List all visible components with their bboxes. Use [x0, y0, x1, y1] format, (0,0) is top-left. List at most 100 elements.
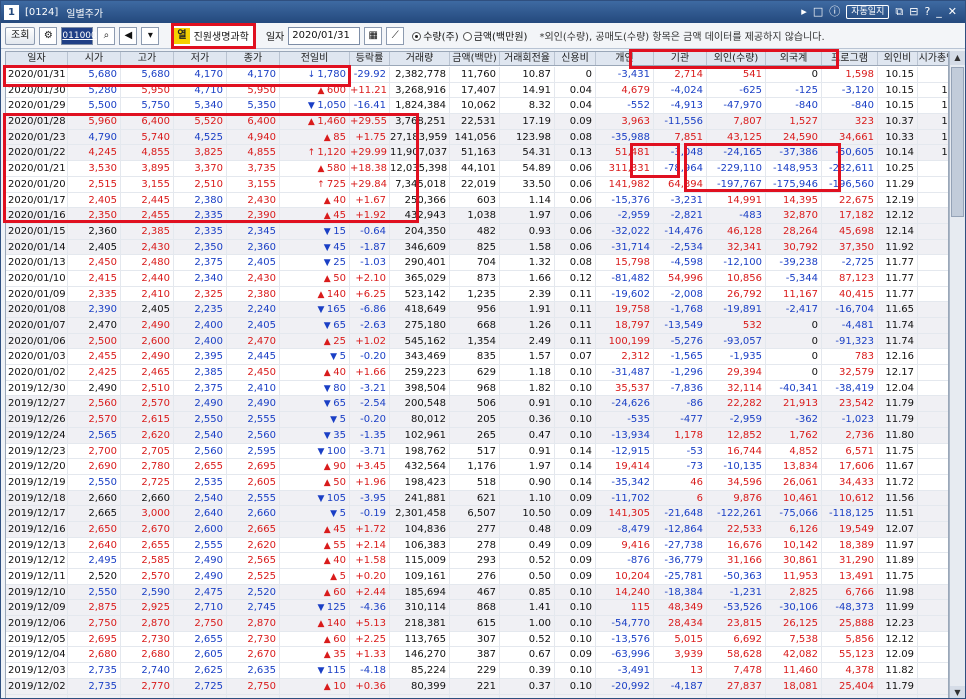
- chart-icon[interactable]: ⟋: [386, 26, 405, 45]
- column-header[interactable]: 금액(백만): [450, 52, 500, 65]
- column-header[interactable]: 개인: [596, 52, 654, 65]
- table-row[interactable]: 2019/12/10 2,550 2,590 2,475 2,520 ▲ 60 +2.44 18…: [6, 584, 948, 601]
- table-row[interactable]: 2020/01/08 2,390 2,405 2,235 2,240 ▼ 165 -6.86 4…: [6, 302, 948, 318]
- column-header[interactable]: 거래량: [390, 52, 450, 65]
- radio-amount[interactable]: 금액(백만원): [462, 28, 527, 43]
- column-header[interactable]: 프로그램: [822, 52, 878, 65]
- table-row[interactable]: 2019/12/17 2,665 3,000 2,640 2,660 ▼ 5 -0.19 2,3…: [6, 506, 948, 522]
- column-header[interactable]: 외국계: [766, 52, 822, 65]
- minimize-icon[interactable]: _: [936, 6, 942, 18]
- query-button[interactable]: 조회: [5, 26, 36, 45]
- column-header[interactable]: 시가: [68, 52, 121, 65]
- table-cell: 0.06: [555, 176, 596, 192]
- table-row[interactable]: 2019/12/30 2,490 2,510 2,375 2,410 ▼ 80 -3.21 39…: [6, 380, 948, 397]
- close-icon[interactable]: ✕: [948, 6, 957, 18]
- radio-quantity[interactable]: 수량(주): [412, 28, 459, 43]
- column-header[interactable]: 종가: [227, 52, 280, 65]
- scroll-down-icon[interactable]: ▼: [950, 686, 965, 698]
- info-icon[interactable]: ⓘ: [829, 6, 840, 18]
- lock-icon[interactable]: ⊟: [909, 6, 918, 18]
- scroll-thumb[interactable]: [951, 67, 964, 217]
- column-header[interactable]: 외인비: [878, 52, 918, 65]
- table-cell: 2,705: [121, 443, 174, 459]
- column-header[interactable]: 일자: [6, 52, 68, 65]
- table-row[interactable]: 2020/01/15 2,360 2,385 2,335 2,345 ▼ 15 -0.64 20…: [6, 223, 948, 240]
- table-row[interactable]: 2019/12/27 2,560 2,570 2,490 2,490 ▼ 65 -2.54 20…: [6, 396, 948, 413]
- table-row[interactable]: 2019/12/16 2,650 2,670 2,600 2,665 ▲ 45 +1.72 10…: [6, 521, 948, 538]
- table-cell: 432,564: [390, 459, 450, 474]
- table-row[interactable]: 2020/01/22 4,245 4,855 3,825 4,855 ↑ 1,120 +29.…: [6, 145, 948, 162]
- column-header[interactable]: 등락률: [350, 52, 390, 65]
- table-cell: -1,768: [654, 302, 707, 317]
- table-row[interactable]: 2019/12/05 2,695 2,730 2,655 2,730 ▲ 60 +2.25 11…: [6, 631, 948, 648]
- stock-name-box[interactable]: 열 진원생명과학: [171, 22, 256, 49]
- table-cell: 311,331: [596, 161, 654, 176]
- table-row[interactable]: 2020/01/16 2,350 2,455 2,335 2,390 ▲ 45 +1.92 43…: [6, 208, 948, 224]
- table-cell: 13,491: [822, 569, 878, 584]
- table-cell: 12.14: [878, 223, 918, 239]
- stock-code-input[interactable]: 011000: [61, 26, 97, 45]
- calendar-icon[interactable]: ▦: [364, 26, 383, 45]
- scroll-up-icon[interactable]: ▲: [950, 51, 965, 65]
- table-row[interactable]: 2020/01/23 4,790 5,740 4,525 4,940 ▲ 85 +1.75 27…: [6, 129, 948, 146]
- table-row[interactable]: 2019/12/11 2,520 2,570 2,490 2,525 ▲ 5 +0.20 109…: [6, 569, 948, 585]
- table-row[interactable]: 2019/12/12 2,495 2,585 2,490 2,565 ▲ 40 +1.58 11…: [6, 553, 948, 569]
- table-cell: 185,694: [390, 584, 450, 600]
- table-row[interactable]: 2019/12/20 2,690 2,780 2,655 2,695 ▲ 90 +3.45 43…: [6, 459, 948, 475]
- table-row[interactable]: 2020/01/31 5,680 5,680 4,170 4,170 ↓ 1,780 -29.…: [6, 67, 948, 83]
- table-cell: 1.97: [500, 208, 555, 223]
- column-header[interactable]: 외인(수량): [707, 52, 766, 65]
- table-row[interactable]: 2019/12/26 2,570 2,615 2,550 2,555 ▼ 5 -0.20 80,…: [6, 412, 948, 428]
- table-row[interactable]: 2019/12/24 2,565 2,620 2,540 2,560 ▼ 35 -1.35 10…: [6, 427, 948, 444]
- column-header[interactable]: 신용비: [555, 52, 596, 65]
- change-cell: ▼ 125: [280, 600, 350, 616]
- chevron-down-icon[interactable]: ▾: [141, 26, 160, 45]
- table-row[interactable]: 2020/01/10 2,415 2,440 2,340 2,430 ▲ 50 +2.10 36…: [6, 270, 948, 287]
- table-row[interactable]: 2020/01/21 3,530 3,895 3,370 3,735 ▲ 580 +18.38…: [6, 161, 948, 177]
- column-header[interactable]: 저가: [174, 52, 227, 65]
- auto-journal-button[interactable]: 자동일지: [846, 5, 890, 19]
- date-input[interactable]: 2020/01/31: [288, 26, 361, 45]
- window-box-icon[interactable]: □: [813, 6, 823, 18]
- table-row[interactable]: 2020/01/09 2,335 2,410 2,325 2,380 ▲ 140 +6.25 5…: [6, 286, 948, 303]
- table-row[interactable]: 2020/01/28 5,960 6,400 5,520 6,400 ▲ 1,460 +29.…: [6, 114, 948, 130]
- search-icon[interactable]: ⌕: [97, 26, 116, 45]
- column-header[interactable]: 고가: [121, 52, 174, 65]
- table-row[interactable]: 2019/12/13 2,640 2,655 2,555 2,620 ▲ 55 +2.14 10…: [6, 537, 948, 554]
- table-row[interactable]: 2020/01/07 2,470 2,490 2,400 2,405 ▼ 65 -2.63 27…: [6, 318, 948, 334]
- table-row[interactable]: 2020/01/03 2,455 2,490 2,395 2,445 ▼ 5 -0.20 343…: [6, 349, 948, 366]
- column-header[interactable]: 기관: [654, 52, 707, 65]
- table-cell: -1.03: [350, 255, 390, 270]
- table-cell: +1.66: [350, 365, 390, 380]
- table-row[interactable]: 2020/01/02 2,425 2,465 2,385 2,450 ▲ 40 +1.66 25…: [6, 365, 948, 381]
- table-cell: 4,245: [68, 145, 121, 161]
- table-row[interactable]: 2020/01/20 2,515 3,155 2,510 3,155 ↑ 725 +29.84…: [6, 176, 948, 193]
- table-row[interactable]: 2019/12/09 2,875 2,925 2,710 2,745 ▼ 125 -4.36 3…: [6, 600, 948, 617]
- table-row[interactable]: 2019/12/23 2,700 2,705 2,560 2,595 ▼ 100 -3.71 1…: [6, 443, 948, 460]
- tile-icon[interactable]: ⧉: [895, 6, 903, 18]
- table-row[interactable]: 2020/01/13 2,450 2,480 2,375 2,405 ▼ 25 -1.03 29…: [6, 255, 948, 271]
- help-icon[interactable]: ?: [924, 6, 930, 18]
- table-row[interactable]: 2020/01/17 2,405 2,445 2,380 2,430 ▲ 40 +1.67 25…: [6, 192, 948, 209]
- table-row[interactable]: 2019/12/03 2,735 2,740 2,625 2,635 ▼ 115 -4.18 8…: [6, 663, 948, 679]
- table-row[interactable]: 2019/12/18 2,660 2,660 2,540 2,555 ▼ 105 -3.95 2…: [6, 490, 948, 507]
- table-row[interactable]: 2019/11/292,8352,8552,7302,740▼110-3.861…: [6, 694, 948, 698]
- table-row[interactable]: 2020/01/29 5,500 5,750 5,340 5,350 ▼ 1,050 -16.…: [6, 98, 948, 115]
- table-row[interactable]: 2020/01/06 2,500 2,600 2,400 2,470 ▲ 25 +1.02 54…: [6, 333, 948, 350]
- table-row[interactable]: 2019/12/06 2,750 2,870 2,750 2,870 ▲ 140 +5.13 2…: [6, 616, 948, 632]
- column-header[interactable]: 시가총액(억): [918, 52, 948, 65]
- table-row[interactable]: 2019/12/19 2,550 2,725 2,535 2,605 ▲ 50 +1.96 19…: [6, 474, 948, 491]
- column-header[interactable]: 전일비: [280, 52, 350, 65]
- table-row[interactable]: 2020/01/14 2,405 2,430 2,350 2,360 ▼ 45 -1.87 34…: [6, 239, 948, 256]
- vertical-scrollbar[interactable]: ▲ ▼: [949, 51, 965, 698]
- gear-icon[interactable]: ⚙: [39, 26, 58, 45]
- daily-price-table[interactable]: 일자 시가 고가 저가 종가 전일비 등락률 거래량 금액(백만) 거래회전율 신용비 개인 기관 외인(…: [5, 51, 949, 698]
- table-cell: 0.10: [555, 396, 596, 412]
- column-header[interactable]: 거래회전율: [500, 52, 555, 65]
- table-row[interactable]: 2019/12/04 2,680 2,680 2,605 2,670 ▲ 35 +1.33 14…: [6, 647, 948, 664]
- arrow-right-icon[interactable]: ▸: [801, 6, 807, 18]
- table-row[interactable]: 2020/01/30 5,280 5,950 4,710 5,950 ▲ 600 +11.21…: [6, 82, 948, 99]
- speaker-icon[interactable]: ◀: [119, 26, 138, 45]
- table-cell: 0.39: [500, 663, 555, 678]
- table-row[interactable]: 2019/12/02 2,735 2,770 2,725 2,750 ▲ 10 +0.36 80…: [6, 678, 948, 695]
